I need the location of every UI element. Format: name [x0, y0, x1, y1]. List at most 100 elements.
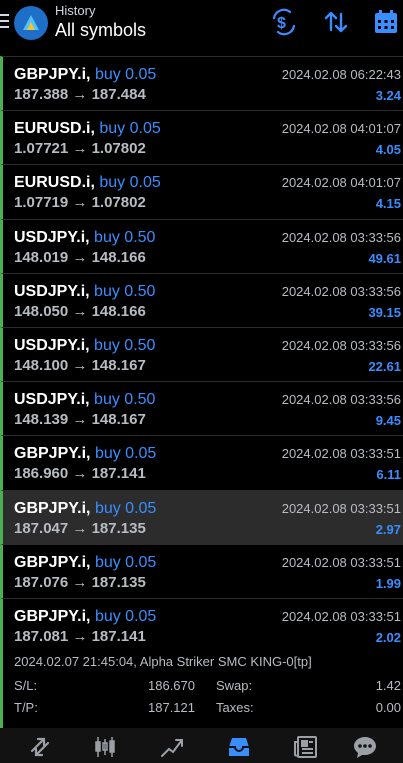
svg-text:$: $ [277, 15, 286, 32]
bottom-nav [0, 728, 403, 763]
chat-icon[interactable] [352, 734, 378, 760]
deal-action: buy 0.50 [94, 336, 156, 354]
arrow-icon: → [72, 194, 88, 212]
deal-symbol: EURUSD.i, [14, 120, 95, 138]
tp-label: T/P: [14, 700, 38, 715]
deal-close-price: 187.141 [91, 627, 146, 645]
trade-icon[interactable] [159, 734, 185, 760]
taxes-label: Taxes: [216, 700, 254, 715]
app-logo [14, 6, 48, 40]
arrow-icon: → [72, 86, 88, 103]
deal-open-price: 187.388 [14, 86, 69, 103]
deal-close-price: 148.166 [91, 248, 146, 266]
deal-row-expanded[interactable]: GBPJPY.i, buy 0.05 187.081 → 187.141 202… [0, 597, 403, 653]
deal-profit: 1.99 [375, 575, 401, 591]
app-header: History All symbols $ [0, 0, 403, 56]
deal-close-price: 1.07802 [91, 194, 146, 212]
deal-row[interactable]: EURUSD.i, buy 0.05 1.07719 → 1.07802 202… [0, 164, 403, 219]
deal-profit: 22.61 [368, 358, 401, 374]
deal-symbol: USDJPY.i, [14, 336, 90, 354]
calendar-icon[interactable] [372, 8, 400, 36]
deal-close-price: 187.135 [91, 519, 146, 537]
arrow-icon: → [72, 248, 88, 266]
deal-open-price: 148.100 [14, 356, 69, 374]
deal-open-price: 187.081 [14, 627, 69, 645]
sl-label: S/L: [14, 678, 38, 693]
page-title[interactable]: All symbols [55, 20, 146, 41]
page-subtitle: History [55, 3, 96, 18]
deal-open-price: 148.019 [14, 248, 69, 266]
deal-time: 2024.02.08 04:01:07 [281, 121, 401, 137]
deal-time: 2024.02.08 03:33:56 [281, 337, 401, 353]
deal-open-price: 148.139 [14, 411, 69, 429]
deal-open-price: 186.960 [14, 465, 69, 483]
sort-icon[interactable] [322, 8, 350, 36]
deal-details: 2024.02.07 21:45:04, Alpha Striker SMC K… [0, 648, 403, 728]
deal-comment: 2024.02.07 21:45:04, Alpha Striker SMC K… [14, 654, 312, 669]
deal-profit: 49.61 [368, 250, 401, 266]
deal-open-price: 187.047 [14, 519, 69, 537]
deal-row[interactable]: GBPJPY.i, buy 0.05 187.076 → 187.135 202… [0, 543, 403, 598]
sl-value: 186.670 [148, 678, 195, 693]
deal-close-price: 187.484 [91, 86, 146, 103]
deal-action: buy 0.05 [94, 499, 157, 517]
deal-action: buy 0.05 [94, 445, 157, 463]
deal-symbol: GBPJPY.i, [14, 445, 91, 463]
deal-row[interactable]: USDJPY.i, buy 0.50 148.019 → 148.166 202… [0, 218, 403, 273]
deal-row[interactable]: GBPJPY.i, buy 0.05 186.960 → 187.141 202… [0, 435, 403, 490]
arrow-icon: → [72, 302, 88, 320]
menu-icon[interactable] [0, 14, 9, 30]
deal-action: buy 0.50 [94, 228, 156, 246]
deal-time: 2024.02.08 06:22:43 [281, 67, 401, 82]
arrow-icon: → [72, 356, 88, 374]
deal-action: buy 0.05 [94, 607, 157, 625]
deal-row[interactable]: EURUSD.i, buy 0.05 1.07721 → 1.07802 202… [0, 110, 403, 165]
deal-row[interactable]: USDJPY.i, buy 0.50 148.050 → 148.166 202… [0, 272, 403, 327]
deal-time: 2024.02.08 03:33:56 [281, 229, 401, 245]
deal-symbol: USDJPY.i, [14, 282, 90, 300]
deal-symbol: USDJPY.i, [14, 228, 90, 246]
deal-close-price: 148.167 [91, 356, 146, 374]
deal-profit: 9.45 [375, 413, 401, 429]
history-icon[interactable] [226, 734, 252, 760]
deal-row-selected[interactable]: GBPJPY.i, buy 0.05 187.047 → 187.135 202… [0, 489, 403, 544]
deal-time: 2024.02.08 04:01:07 [281, 175, 401, 191]
deal-close-price: 148.166 [91, 302, 146, 320]
deal-open-price: 1.07721 [14, 140, 69, 158]
news-icon[interactable] [293, 734, 319, 760]
deal-time: 2024.02.08 03:33:56 [281, 392, 401, 408]
deal-time: 2024.02.08 03:33:51 [281, 446, 401, 462]
deal-row[interactable]: USDJPY.i, buy 0.50 148.139 → 148.167 202… [0, 381, 403, 436]
deal-profit: 4.15 [375, 196, 401, 212]
deal-profit: 39.15 [368, 304, 401, 320]
deal-profit: 3.24 [375, 88, 401, 103]
deal-symbol: GBPJPY.i, [14, 607, 91, 625]
quotes-icon[interactable] [27, 734, 53, 760]
swap-label: Swap: [216, 678, 253, 693]
deal-action: buy 0.05 [99, 120, 161, 138]
currency-exchange-icon[interactable]: $ [270, 8, 298, 36]
deal-close-price: 187.135 [91, 573, 146, 591]
deal-open-price: 187.076 [14, 573, 69, 591]
deal-close-price: 1.07802 [91, 140, 146, 158]
deal-action: buy 0.05 [94, 553, 157, 571]
arrow-icon: → [72, 411, 88, 429]
deal-row[interactable]: GBPJPY.i, buy 0.05 187.388 → 187.484 202… [0, 56, 403, 111]
deal-action: buy 0.05 [94, 66, 157, 83]
deal-time: 2024.02.08 03:33:56 [281, 283, 401, 299]
tp-value: 187.121 [148, 700, 195, 715]
deal-symbol: GBPJPY.i, [14, 66, 91, 83]
deal-profit: 6.11 [376, 467, 401, 483]
swap-value: 1.42 [375, 678, 401, 693]
arrow-icon: → [72, 465, 88, 483]
deal-time: 2024.02.08 03:33:51 [281, 608, 401, 624]
arrow-icon: → [72, 519, 88, 537]
deal-row[interactable]: USDJPY.i, buy 0.50 148.100 → 148.167 202… [0, 326, 403, 382]
arrow-icon: → [72, 140, 88, 158]
deals-list: GBPJPY.i, buy 0.05 187.388 → 187.484 202… [0, 56, 403, 653]
deal-open-price: 148.050 [14, 302, 69, 320]
chart-icon[interactable] [92, 734, 118, 760]
deal-open-price: 1.07719 [14, 194, 69, 212]
deal-symbol: GBPJPY.i, [14, 499, 91, 517]
deal-action: buy 0.05 [99, 174, 161, 192]
